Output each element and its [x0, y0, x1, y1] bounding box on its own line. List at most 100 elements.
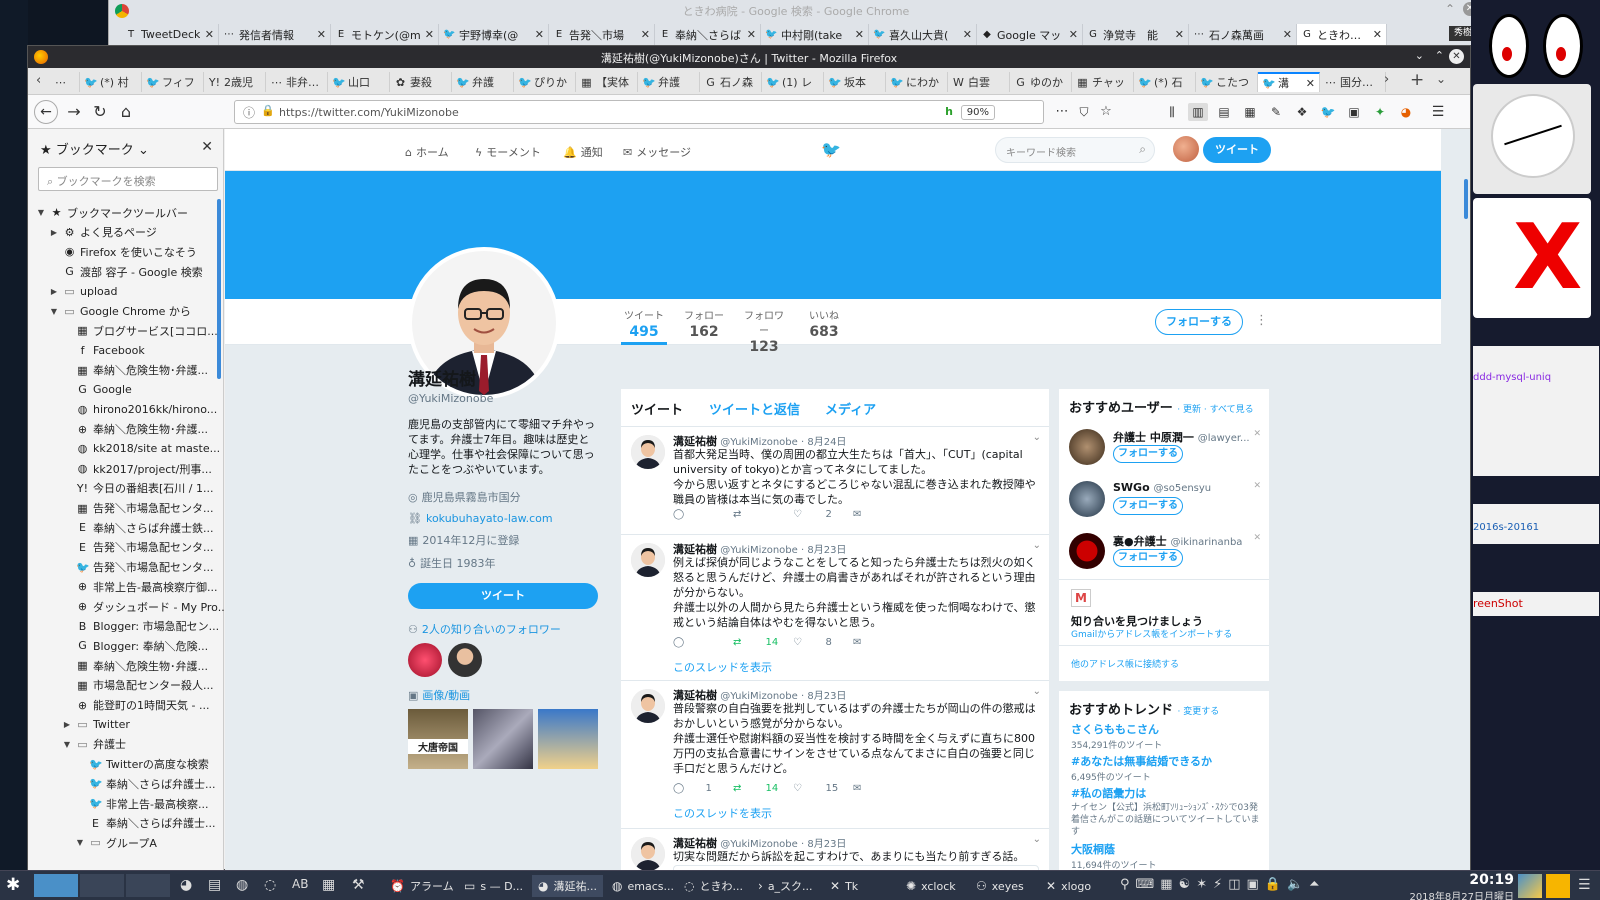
chrome-tab[interactable]: G ときわ病院 ✕ — [1297, 24, 1387, 45]
zoom-level[interactable]: 90% — [960, 105, 995, 120]
new-tab-icon[interactable]: + — [1410, 70, 1424, 90]
firefox-tab[interactable]: G 石ノ森 — [700, 72, 762, 92]
suggested-user[interactable]: SWGo @so5ensyu フォローする ✕ — [1069, 479, 1261, 523]
tweet-avatar[interactable] — [631, 689, 665, 723]
bookmark-item[interactable]: ⊕ ダッシュボード - My Pro... — [62, 597, 232, 616]
firefox-tab[interactable]: 🐦 ぴりか — [514, 72, 576, 92]
clock[interactable]: 20:19 2018年8月27日月曜日 — [1394, 872, 1514, 900]
bookmark-item[interactable]: B Blogger: 市場急配セン... — [62, 617, 232, 636]
tab-close-icon[interactable]: ✕ — [963, 28, 972, 41]
firefox-tab[interactable]: ▦ チャッ — [1072, 72, 1134, 92]
back-arrow-icon[interactable]: ← — [34, 100, 58, 124]
firefox-tab[interactable]: G ゆのか — [1010, 72, 1072, 92]
dm-action[interactable]: ✉ — [853, 637, 913, 648]
followers-you-know-link[interactable]: ⚇ 2人の知り合いのフォロワー — [408, 621, 604, 637]
keyboard-launcher-icon[interactable]: ▦ — [322, 877, 335, 893]
tab-close-icon[interactable]: ✕ — [425, 28, 434, 41]
sidebar-close-icon[interactable]: ✕ — [201, 139, 213, 155]
bookmark-item[interactable]: ◍ kk2018/site at maste... — [62, 439, 232, 458]
clipboard-icon[interactable]: ▣ — [1344, 103, 1364, 121]
suggested-follow-button[interactable]: フォローする — [1113, 497, 1183, 515]
suggested-user-handle[interactable]: @lawyer... — [1198, 433, 1250, 444]
reply-action[interactable]: ◯ — [673, 637, 733, 648]
profile-website[interactable]: ⛓ kokubuhayato-law.com — [408, 512, 604, 525]
nav-tweet-button[interactable]: ツイート — [1203, 137, 1271, 163]
bookmark-item[interactable]: 🐦 奉納＼さらば弁護士... — [75, 774, 245, 793]
firefox-tab[interactable]: 🐦 (1) レ — [762, 72, 824, 92]
nav-home[interactable]: ⌂ ホーム — [405, 144, 449, 160]
firefox-tab[interactable]: ⋯ 非弁に関 — [266, 72, 328, 92]
firefox-account-icon[interactable]: ◕ — [1396, 103, 1416, 121]
profile-name[interactable]: 溝延祐樹 — [408, 365, 604, 390]
trend-name[interactable]: #私の語彙力は — [1071, 785, 1261, 801]
reader-icon[interactable]: ▤ — [1214, 103, 1234, 121]
firefox-tab[interactable]: 🐦 (*) 石 — [1134, 72, 1196, 92]
gmail-import-link[interactable]: Gmailからアドレス帳をインポートする — [1071, 627, 1232, 640]
retweet-action[interactable]: ⇄ 14 — [733, 783, 793, 794]
firefox-tab[interactable]: 🐦 弁護 — [452, 72, 514, 92]
taskbar-task[interactable]: ✕ xlogo — [1040, 875, 1097, 897]
firefox-tab[interactable]: 🐦 坂本 — [824, 72, 886, 92]
tab-list-chevron-down-icon[interactable]: ⌄ — [1436, 72, 1446, 86]
dm-action[interactable]: ✉ — [853, 783, 913, 794]
twitter-bird-icon[interactable]: 🐦 — [821, 140, 841, 159]
follower-avatar-person[interactable] — [448, 643, 482, 677]
url-text[interactable]: https://twitter.com/YukiMizonobe — [279, 106, 459, 119]
media-link[interactable]: ▣ 画像/動画 — [408, 687, 604, 703]
url-bar[interactable]: ⓘ 🔒 https://twitter.com/YukiMizonobe h 9… — [234, 100, 1044, 124]
like-action[interactable]: ♡ 8 — [793, 637, 853, 648]
tab-close-icon[interactable]: ✕ — [1373, 28, 1382, 41]
taskbar-task[interactable]: ✺ xclock — [900, 875, 962, 897]
bookmark-item[interactable]: ▦ 奉納＼危険生物･弁護... — [62, 361, 232, 380]
hint-extension-icon[interactable]: h — [945, 105, 953, 118]
tabs-scroll-right-icon[interactable]: › — [1384, 72, 1389, 87]
bookmark-item[interactable]: ▶ ▭ upload — [49, 282, 219, 301]
bookmark-item[interactable]: G Blogger: 奉納＼危険... — [62, 636, 232, 655]
taskbar-menu-icon[interactable]: ☰ — [1578, 877, 1591, 893]
taskbar-task[interactable]: ▭ s — D... — [458, 875, 529, 897]
bookmark-item[interactable]: E 告発＼市場急配センタ... — [62, 538, 232, 557]
bookmark-item[interactable]: ▼ ▭ 弁護士 — [62, 735, 232, 754]
twitter-extension-icon[interactable]: 🐦 — [1318, 103, 1338, 121]
dm-action[interactable]: ✉ — [853, 509, 913, 520]
suggested-user-display-name[interactable]: 裏●弁護士 — [1113, 535, 1167, 548]
firefox-tab[interactable]: ▦ 【実体 — [576, 72, 638, 92]
bookmark-item[interactable]: 🐦 告発＼市場急配センタ... — [62, 558, 232, 577]
profile-tweet-button[interactable]: ツイート — [408, 583, 598, 609]
tweet[interactable]: 溝延祐樹 @YukiMizonobe · 8月24日 ⌄ 首都大発足当時、僕の周囲の… — [621, 427, 1049, 535]
media-thumb-comic[interactable] — [538, 709, 598, 769]
bookmark-item[interactable]: ▦ ブログサービス[ココロ... — [62, 321, 232, 340]
twisty-icon[interactable]: ▶ — [62, 720, 72, 729]
bookmark-item[interactable]: 🐦 非常上告-最高検察... — [75, 794, 245, 813]
twisty-icon[interactable]: ▼ — [75, 838, 85, 847]
tab-close-icon[interactable]: ✕ — [1283, 28, 1292, 41]
trend-item[interactable]: さくらももこさん 354,291件のツイート — [1071, 721, 1261, 751]
desktop-preview[interactable] — [1518, 874, 1542, 898]
app-launcher-icon[interactable]: ◌ — [264, 877, 276, 893]
tab-close-icon[interactable]: ✕ — [1175, 28, 1184, 41]
firefox-launcher-icon[interactable]: ◕ — [180, 877, 192, 893]
bookmark-item[interactable]: Y! 今日の番組表[石川 / 1... — [62, 479, 232, 498]
chrome-tab[interactable]: E モトケン(@m ✕ — [331, 24, 439, 45]
firefox-tab[interactable]: 🐦 (*) 村 — [80, 72, 142, 92]
suggested-user-name[interactable]: SWGo @so5ensyu — [1113, 481, 1253, 494]
firefox-tab[interactable]: 🐦 弁護 — [638, 72, 700, 92]
bookmark-item[interactable]: ▼ ▭ Google Chrome から — [49, 302, 219, 321]
twitter-search-input[interactable]: キーワード検索 ⌕ — [995, 137, 1155, 163]
bookmark-item[interactable]: ▦ 告発＼市場急配センタ... — [62, 499, 232, 518]
system-tray-icons[interactable]: ⚲⌨▦☯✶⚡◫▣🔒🔈⏶ — [1120, 877, 1326, 892]
chrome-tab[interactable]: T TweetDeck ✕ — [121, 24, 219, 45]
show-thread-link[interactable]: このスレッドを表示 — [673, 805, 772, 821]
retweet-action[interactable]: ⇄ 14 — [733, 637, 793, 648]
reply-action[interactable]: ◯ 1 — [673, 783, 733, 794]
tweet[interactable]: 溝延祐樹 @YukiMizonobe · 8月23日 ⌄ 切実な問題だから訴訟を起こ… — [621, 829, 1049, 871]
tabs-scroll-left-icon[interactable]: ‹ — [36, 73, 41, 88]
home-icon[interactable]: ⌂ — [116, 103, 136, 121]
trend-item[interactable]: 大阪桐蔭 11,694件のツイート — [1071, 841, 1261, 871]
taskbar-task[interactable]: ◌ ときわ... — [678, 875, 749, 897]
twisty-icon[interactable]: ▼ — [36, 208, 46, 217]
firefox-minimize-icon[interactable]: ⌄ — [1415, 49, 1424, 62]
trends-change-link[interactable]: · 変更する — [1178, 707, 1220, 717]
profile-handle[interactable]: @YukiMizonobe — [408, 392, 604, 405]
forward-arrow-icon[interactable]: → — [64, 103, 84, 121]
